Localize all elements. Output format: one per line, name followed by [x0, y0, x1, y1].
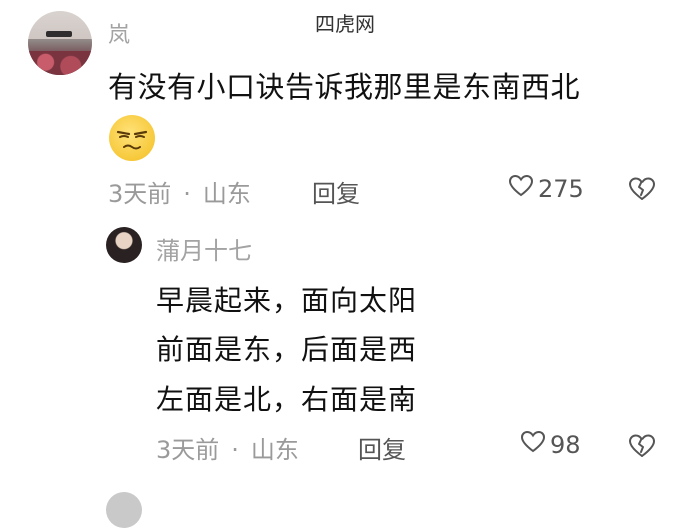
- reply-text-line-1: 早晨起来，面向太阳: [156, 284, 418, 317]
- heart-icon: [508, 174, 534, 204]
- broken-heart-icon: [628, 434, 656, 463]
- meta-separator: ·: [183, 180, 191, 208]
- reply-meta: 3天前 · 山东: [156, 430, 299, 465]
- reply-time: 3天前: [156, 436, 220, 464]
- comment-time: 3天前: [108, 180, 172, 208]
- meta-separator: ·: [231, 436, 239, 464]
- reply-location: 山东: [250, 436, 299, 464]
- reply-like-count: 98: [550, 431, 581, 459]
- heart-icon: [520, 430, 546, 460]
- comment-location: 山东: [202, 180, 251, 208]
- reply-reply-button[interactable]: 回复: [358, 430, 406, 465]
- like-count: 275: [538, 175, 584, 203]
- smirk-emoji-icon: [109, 115, 155, 161]
- comment-text: 有没有小口诀告诉我那里是东南西北: [108, 70, 581, 104]
- reply-dislike-button[interactable]: [628, 433, 656, 463]
- reply-like-button[interactable]: 98: [520, 430, 581, 460]
- reply-text-line-3: 左面是北，右面是南: [156, 383, 418, 416]
- watermark-text: 四虎网: [315, 12, 375, 36]
- like-button[interactable]: 275: [508, 174, 584, 204]
- avatar-roof: [46, 31, 72, 37]
- comment-meta: 3天前 · 山东: [108, 174, 251, 209]
- broken-heart-icon: [628, 177, 656, 206]
- avatar[interactable]: [28, 11, 92, 75]
- reply-username[interactable]: 蒲月十七: [156, 231, 252, 266]
- reply-avatar[interactable]: [106, 227, 142, 263]
- avatar-flowers: [28, 51, 92, 75]
- next-comment-avatar[interactable]: [106, 492, 142, 528]
- dislike-button[interactable]: [628, 176, 656, 206]
- reply-button[interactable]: 回复: [312, 174, 360, 209]
- comment-username[interactable]: 岚: [108, 17, 130, 49]
- reply-text-line-2: 前面是东，后面是西: [156, 333, 418, 366]
